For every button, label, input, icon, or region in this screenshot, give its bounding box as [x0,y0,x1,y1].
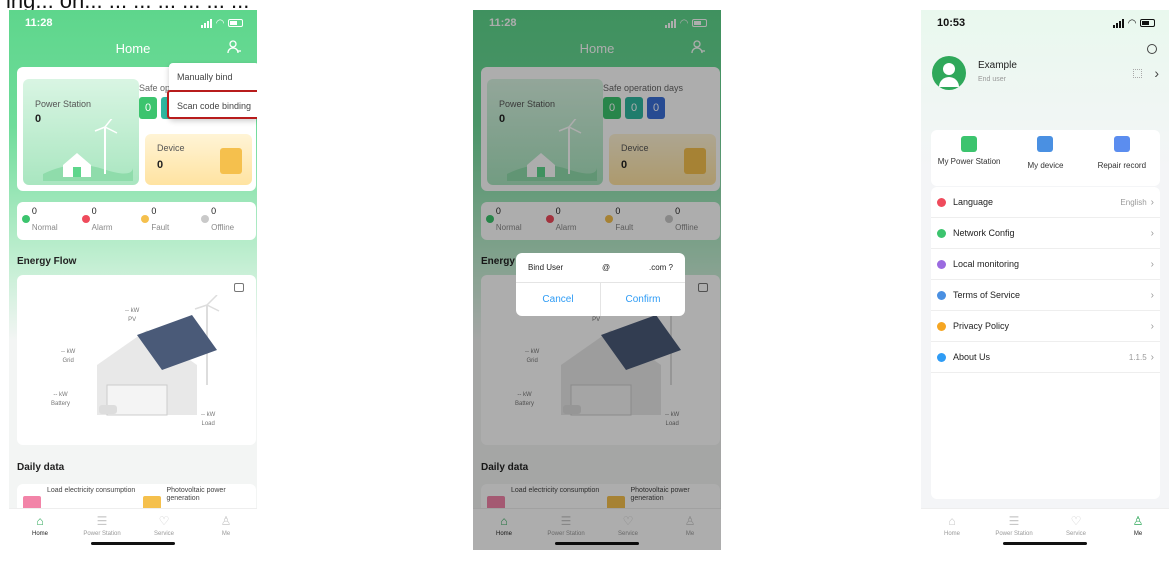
status-fault[interactable]: 0 Fault [141,206,191,236]
cancel-button[interactable]: Cancel [516,283,600,316]
power-station-icon [961,136,978,152]
qr-code-icon[interactable] [1133,69,1142,78]
signal-icon [1113,18,1125,28]
home-indicator [91,542,175,545]
settings-list: Language English › Network Config › Local m… [931,187,1160,499]
tab-me[interactable]: ♙ Me [196,509,256,550]
menu-local-monitoring[interactable]: Local monitoring › [931,249,1160,280]
battery-icon [1140,19,1155,27]
power-station-tile[interactable]: Power Station 0 [23,79,139,185]
confirm-button[interactable]: Confirm [600,283,685,316]
battery-icon [228,19,243,27]
safe-days-label: Safe op [139,83,171,93]
daily-data-title: Daily data [17,462,65,473]
menu-privacy-policy[interactable]: Privacy Policy › [931,311,1160,342]
home-indicator [1003,542,1087,545]
chevron-right-icon[interactable]: › [1154,65,1159,81]
bind-user-dialog: Bind User @ .com ? Cancel Confirm [516,253,685,316]
phone-me: 10:53 ◠ Example End user › My Power Stat… [921,10,1169,550]
expand-icon[interactable] [234,283,244,292]
highlight-box [167,90,257,119]
my-power-station-button[interactable]: My Power Station [934,130,1004,186]
device-tile[interactable]: Device 0 [145,134,252,185]
status-alarm[interactable]: 0 Alarm [81,206,132,236]
quick-actions: My Power Station My device Repair record [931,130,1160,186]
wind-turbine-illustration [43,119,133,181]
page-title: Home [115,41,151,56]
status-bar: 10:53 ◠ [937,16,1155,30]
wifi-icon: ◠ [1128,17,1136,29]
info-icon [937,352,946,362]
status-bar: 11:28 ◠ [25,16,243,30]
globe-icon [937,197,946,207]
device-battery-icon [220,148,242,174]
device-status-card: 0 Normal 0 Alarm 0 Fault 0 Offline [17,202,256,240]
privacy-icon [937,321,946,331]
tab-home[interactable]: ⌂ Home [10,509,70,550]
menu-network-config[interactable]: Network Config › [931,218,1160,249]
manually-bind-item[interactable]: Manually bind [169,63,257,91]
document-icon [937,290,946,300]
monitor-icon [937,259,946,269]
device-icon [1037,136,1054,152]
user-add-icon[interactable] [227,40,241,54]
my-device-button[interactable]: My device [1010,130,1080,186]
pv-power: -- kW PV [125,308,140,323]
me-icon: ♙ [1132,514,1144,528]
status-normal[interactable]: 0 Normal [21,206,72,236]
status-offline[interactable]: 0 Offline [201,206,251,236]
home-icon: ⌂ [36,514,44,528]
status-time: 10:53 [937,17,966,29]
phone-home-dialog: 11:28 ◠ Home Power Station 0 Safe operat… [473,10,721,550]
power-station-icon: ☰ [96,514,108,528]
service-icon: ♡ [1070,514,1082,528]
me-icon: ♙ [220,514,232,528]
status-time: 11:28 [25,17,53,29]
user-role: End user [978,76,1007,83]
repair-record-icon [1113,136,1130,152]
power-station-icon: ☰ [1008,514,1020,528]
repair-record-button[interactable]: Repair record [1087,130,1157,186]
avatar[interactable] [932,56,966,90]
home-icon: ⌂ [948,514,956,528]
menu-language[interactable]: Language English › [931,187,1160,218]
battery-power: -- kW Battery [51,392,71,407]
signal-icon [201,18,213,28]
tab-home[interactable]: ⌂ Home [922,509,982,550]
wifi-icon: ◠ [216,17,224,29]
phone-home-menu: 11:28 ◠ Home Power Station 0 Safe op 0 0… [9,10,257,550]
dialog-message: Bind User @ .com ? [516,253,685,283]
network-icon [937,228,946,238]
energy-flow-title: Energy Flow [17,256,77,267]
user-name: Example [978,60,1017,71]
load-power: -- kW Load [201,412,216,427]
grid-power: -- kW Grid [61,349,76,364]
tab-me[interactable]: ♙ Me [1108,509,1168,550]
service-icon: ♡ [158,514,170,528]
energy-flow-card: -- kW PV -- kW Grid -- kW Battery -- kW … [17,275,256,445]
gear-icon[interactable] [1147,44,1157,54]
menu-terms-of-service[interactable]: Terms of Service › [931,280,1160,311]
menu-about-us[interactable]: About Us 1.1.5 › [931,342,1160,373]
